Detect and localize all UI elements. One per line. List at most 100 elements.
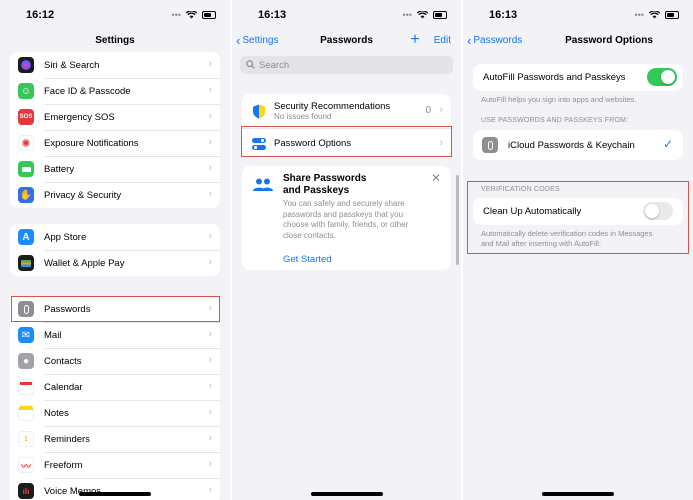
back-button-passwords[interactable]: ‹ Passwords	[467, 34, 523, 47]
app-store-icon: A	[18, 229, 34, 245]
siri-icon	[18, 57, 34, 73]
page-title: Password Options	[565, 35, 653, 46]
icloud-keychain-label: iCloud Passwords & Keychain	[508, 140, 635, 151]
status-time: 16:12	[26, 9, 55, 21]
share-body-line: You can safely and securely share	[283, 199, 405, 208]
nav-bar: ‹ Settings Passwords + Edit	[232, 30, 461, 52]
keychain-group: iCloud Passwords & Keychain ✓	[473, 130, 683, 160]
settings-item-label: Face ID & Passcode	[44, 85, 131, 97]
settings-item-voice-memos[interactable]: ılı Voice Memos ›	[10, 478, 220, 500]
chevron-right-icon: ›	[208, 136, 212, 148]
chevron-right-icon: ›	[208, 230, 212, 242]
settings-item-label: Reminders	[44, 433, 90, 445]
cleanup-toggle[interactable]	[643, 202, 673, 220]
signal-icon: •••	[402, 10, 412, 20]
security-recommendations-label: Security Recommendations	[274, 101, 391, 112]
settings-group-apps: Passwords › ✉ Mail › ● Contacts › Calend…	[10, 296, 220, 500]
wifi-icon	[649, 11, 660, 19]
settings-item-notes[interactable]: Notes ›	[10, 400, 220, 426]
settings-item-wallet[interactable]: Wallet & Apple Pay ›	[10, 250, 220, 276]
signal-icon: •••	[634, 10, 644, 20]
security-recommendations-row[interactable]: Security Recommendations No issues found…	[242, 94, 451, 128]
wifi-icon	[417, 11, 428, 19]
settings-item-reminders[interactable]: ⋮ Reminders ›	[10, 426, 220, 452]
status-time: 16:13	[489, 9, 518, 21]
battery-status-icon	[665, 11, 679, 19]
wallet-icon	[18, 255, 34, 271]
sos-icon: SOS	[18, 109, 34, 125]
settings-item-label: Freeform	[44, 459, 83, 471]
cleanup-caption-line: Automatically delete verification codes …	[481, 229, 653, 238]
chevron-right-icon: ›	[208, 406, 212, 418]
chevron-right-icon: ›	[208, 110, 212, 122]
settings-item-battery[interactable]: Battery ›	[10, 156, 220, 182]
home-indicator	[542, 492, 614, 496]
security-status-text: No issues found	[274, 112, 332, 121]
settings-item-siri[interactable]: Siri & Search ›	[10, 52, 220, 78]
scrollbar[interactable]	[456, 175, 459, 265]
passwords-highlight-box	[11, 296, 220, 322]
settings-item-label: App Store	[44, 231, 87, 243]
checkmark-icon: ✓	[662, 137, 673, 151]
cleanup-label: Clean Up Automatically	[483, 206, 582, 217]
get-started-link[interactable]: Get Started	[283, 254, 332, 265]
share-body-line: choose with family, friends, or other	[283, 220, 409, 229]
wifi-icon	[186, 11, 197, 19]
settings-item-freeform[interactable]: 〰 Freeform ›	[10, 452, 220, 478]
page-title: Settings	[95, 35, 135, 46]
battery-status-icon	[433, 11, 447, 19]
nav-bar: ‹ Passwords Password Options	[463, 30, 693, 52]
add-password-button[interactable]: +	[410, 32, 419, 48]
chevron-right-icon: ›	[208, 162, 212, 174]
search-placeholder: Search	[259, 59, 290, 71]
chevron-right-icon: ›	[208, 484, 212, 496]
share-body-line: passwords and passkeys that you	[283, 209, 404, 219]
signal-icon: •••	[171, 10, 181, 20]
settings-item-mail[interactable]: ✉ Mail ›	[10, 322, 220, 348]
notes-icon	[18, 405, 34, 421]
settings-item-exposure[interactable]: ✺ Exposure Notifications ›	[10, 130, 220, 156]
icloud-keychain-option[interactable]: iCloud Passwords & Keychain ✓	[473, 130, 683, 160]
search-field[interactable]: Search	[240, 56, 453, 74]
cleanup-caption-line: and Mail after inserting with AutoFill.	[481, 239, 602, 248]
settings-item-label: Privacy & Security	[44, 189, 122, 201]
settings-item-label: Exposure Notifications	[44, 137, 139, 149]
settings-item-label: Emergency SOS	[44, 111, 115, 123]
autofill-toggle[interactable]	[647, 68, 677, 86]
chevron-right-icon: ›	[208, 256, 212, 268]
back-label: Passwords	[473, 35, 523, 46]
voice-memos-icon: ılı	[18, 483, 34, 499]
share-body-line: close contacts.	[283, 230, 336, 240]
passwords-screen: 16:13 ••• ‹ Settings Passwords + Edit Sea…	[232, 0, 461, 500]
settings-item-contacts[interactable]: ● Contacts ›	[10, 348, 220, 374]
status-bar: 16:13 •••	[232, 0, 461, 30]
settings-group-system: Siri & Search › ☺ Face ID & Passcode › S…	[10, 52, 220, 208]
share-title-line1: Share Passwords	[283, 173, 367, 184]
settings-item-emergency-sos[interactable]: SOS Emergency SOS ›	[10, 104, 220, 130]
key-icon	[482, 137, 498, 153]
settings-item-label: Notes	[44, 407, 69, 419]
mail-icon: ✉	[18, 327, 34, 343]
close-icon[interactable]: ✕	[431, 171, 441, 185]
settings-item-calendar[interactable]: Calendar ›	[10, 374, 220, 400]
toggle-knob	[661, 70, 675, 84]
edit-button[interactable]: Edit	[434, 35, 451, 46]
calendar-icon	[18, 379, 34, 395]
settings-item-label: Wallet & Apple Pay	[44, 257, 125, 269]
nav-actions: + Edit	[410, 32, 451, 48]
use-passwords-header: USE PASSWORDS AND PASSKEYS FROM:	[481, 117, 629, 124]
status-icons: •••	[172, 10, 216, 20]
settings-item-app-store[interactable]: A App Store ›	[10, 224, 220, 250]
settings-item-label: Battery	[44, 163, 75, 175]
autofill-label: AutoFill Passwords and Passkeys	[483, 72, 626, 83]
settings-item-face-id[interactable]: ☺ Face ID & Passcode ›	[10, 78, 220, 104]
settings-item-label: Mail	[44, 329, 62, 341]
face-id-icon: ☺	[18, 83, 34, 99]
status-icons: •••	[635, 10, 679, 20]
settings-item-privacy[interactable]: ✋ Privacy & Security ›	[10, 182, 220, 208]
home-indicator	[79, 492, 151, 496]
autofill-caption: AutoFill helps you sign into apps and we…	[481, 95, 637, 104]
verification-codes-header: VERIFICATION CODES	[481, 186, 560, 193]
chevron-right-icon: ›	[208, 354, 212, 366]
settings-item-label: Calendar	[44, 381, 83, 393]
